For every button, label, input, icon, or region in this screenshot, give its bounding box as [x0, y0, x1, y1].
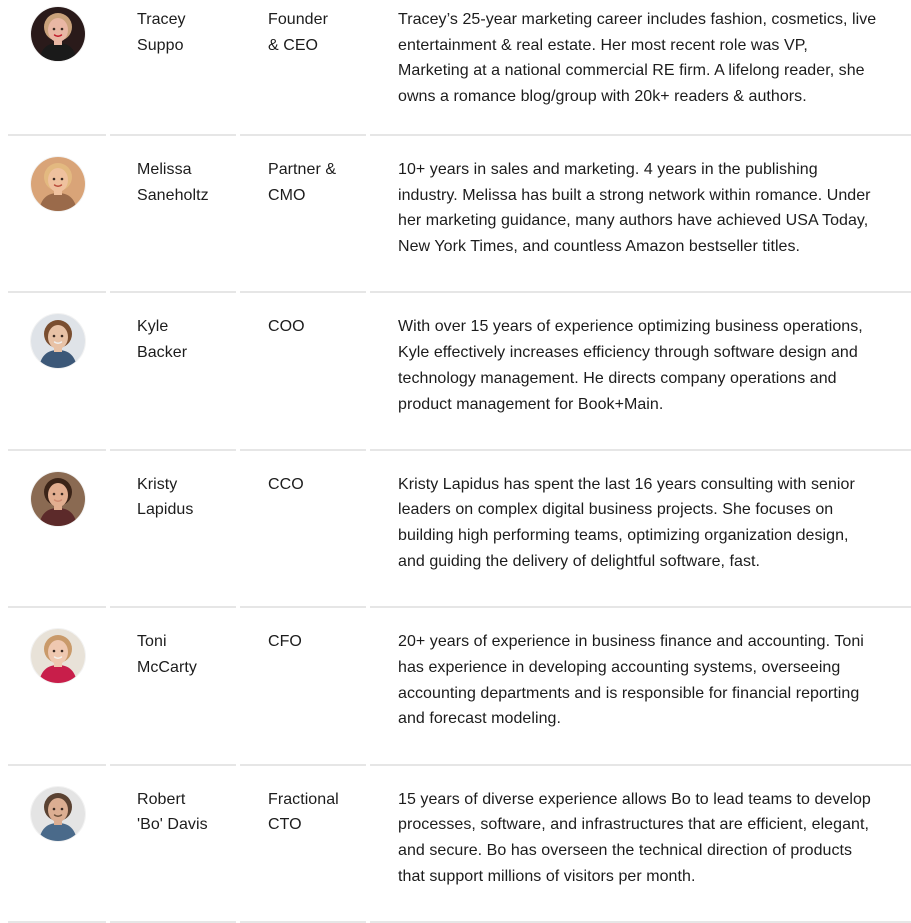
avatar-cell	[31, 471, 85, 526]
member-name: Robert 'Bo' Davis	[137, 790, 208, 834]
avatar-cell	[31, 314, 85, 369]
member-name: Kristy Lapidus	[137, 475, 194, 519]
avatar	[31, 786, 85, 841]
avatar	[31, 471, 85, 526]
avatar-cell	[31, 786, 85, 841]
team-member-row: Robert 'Bo' Davis Fractional CTO 15 year…	[0, 766, 911, 923]
member-bio: With over 15 years of experience optimiz…	[398, 318, 863, 413]
member-bio: Tracey’s 25-year marketing career includ…	[398, 11, 877, 106]
team-member-row: Kyle Backer COO With over 15 years of ex…	[0, 293, 911, 451]
avatar-cell	[31, 157, 85, 211]
member-title: CCO	[268, 475, 304, 493]
avatar-cell	[31, 629, 85, 684]
member-title: COO	[268, 318, 305, 336]
member-name: Tracey Suppo	[137, 11, 186, 54]
member-bio: 15 years of diverse experience allows Bo…	[398, 790, 871, 885]
team-member-row: Kristy Lapidus CCO Kristy Lapidus has sp…	[0, 451, 911, 609]
team-member-row: Toni McCarty CFO 20+ years of experience…	[0, 608, 911, 766]
member-bio: Kristy Lapidus has spent the last 16 yea…	[398, 475, 855, 570]
avatar	[31, 629, 85, 684]
member-bio: 20+ years of experience in business fina…	[398, 633, 864, 728]
avatar-cell	[31, 7, 85, 61]
member-title: CFO	[268, 633, 302, 651]
member-title: Partner & CMO	[268, 161, 337, 204]
team-member-row: Melissa Saneholtz Partner & CMO 10+ year…	[0, 136, 911, 294]
team-table: Tracey Suppo Founder & CEO Tracey’s 25-y…	[0, 0, 911, 923]
member-name: Toni McCarty	[137, 633, 197, 676]
avatar	[31, 157, 85, 211]
avatar	[31, 7, 85, 61]
member-name: Kyle Backer	[137, 318, 188, 362]
member-title: Founder & CEO	[268, 11, 328, 54]
member-name: Melissa Saneholtz	[137, 161, 209, 204]
member-title: Fractional CTO	[268, 790, 339, 834]
team-member-row: Tracey Suppo Founder & CEO Tracey’s 25-y…	[0, 0, 911, 136]
avatar	[31, 314, 85, 369]
member-bio: 10+ years in sales and marketing. 4 year…	[398, 161, 871, 256]
